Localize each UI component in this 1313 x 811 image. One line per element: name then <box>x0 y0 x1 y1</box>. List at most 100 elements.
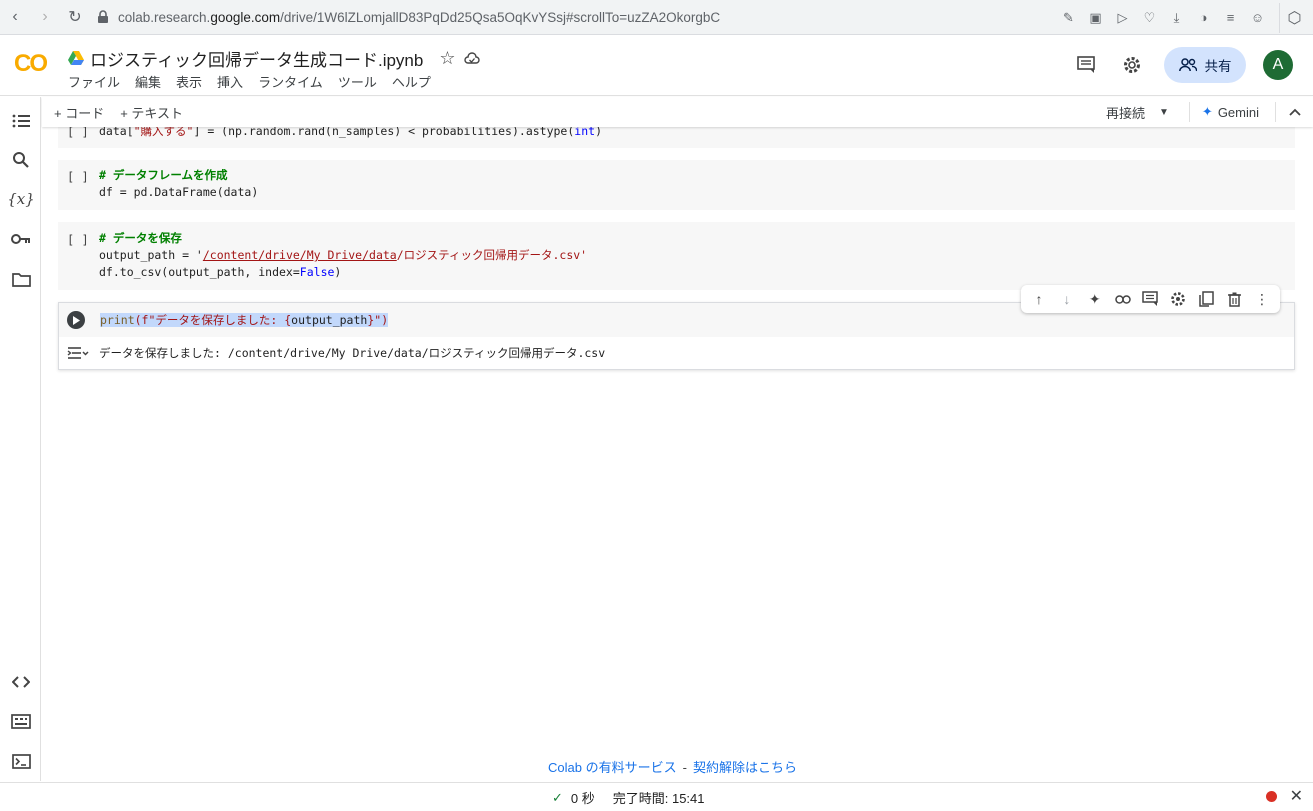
colab-logo[interactable]: CO <box>14 50 48 78</box>
toggle-icon[interactable]: ◑ <box>1190 4 1217 31</box>
code-snippets-icon[interactable] <box>8 669 34 695</box>
avatar[interactable]: A <box>1263 50 1293 80</box>
gemini-button[interactable]: ✦ Gemini <box>1188 102 1259 122</box>
promo-links: Colab の有料サービス - 契約解除はこちら <box>548 757 797 776</box>
mirror-cell-icon[interactable] <box>1195 288 1217 310</box>
star-icon[interactable]: ☆ <box>439 48 455 69</box>
comment-icon[interactable] <box>1070 49 1102 81</box>
key-icon[interactable] <box>8 226 34 252</box>
add-code-button[interactable]: + コード <box>54 103 104 122</box>
cell-code[interactable]: # データを保存 output_path = '/content/drive/M… <box>99 230 587 281</box>
edit-icon[interactable]: ✎ <box>1055 4 1082 31</box>
menu-view[interactable]: 表示 <box>176 72 202 91</box>
play-icon <box>73 315 80 325</box>
code-cell[interactable]: [ ] # データフレームを作成 df = pd.DataFrame(data) <box>58 160 1295 210</box>
address-bar[interactable]: colab.research. google.com/drive/1W6lZLom… <box>96 10 720 25</box>
command-palette-icon[interactable] <box>8 708 34 734</box>
cell-bracket[interactable]: [ ] <box>67 170 89 184</box>
cell-bracket[interactable]: [ ] <box>67 125 89 139</box>
code-comment: # データを保存 <box>99 231 182 245</box>
comment-icon[interactable] <box>1139 288 1161 310</box>
cell-bracket[interactable]: [ ] <box>67 233 89 247</box>
menu-bar: ファイル 編集 表示 挿入 ランタイム ツール ヘルプ <box>68 72 446 91</box>
completed-time: 完了時間: 15:41 <box>612 791 705 806</box>
settings-icon[interactable] <box>1116 49 1148 81</box>
url-path: /drive/1W6lZLomjallD83PqDd25Qsa5OqKvYSsj… <box>280 9 721 25</box>
close-icon[interactable]: ✕ <box>1290 786 1303 806</box>
share-button[interactable]: 共有 <box>1164 47 1246 83</box>
people-icon <box>1178 58 1197 72</box>
link-icon[interactable] <box>1112 288 1134 310</box>
gear-icon[interactable] <box>1167 288 1189 310</box>
code-token: ) <box>334 265 342 279</box>
gemini-label: Gemini <box>1217 104 1259 120</box>
run-cell-button[interactable] <box>67 311 85 329</box>
lock-icon <box>98 10 108 23</box>
drive-icon <box>68 51 84 65</box>
cell-code[interactable]: # データフレームを作成 df = pd.DataFrame(data) <box>99 167 258 201</box>
reload-icon[interactable]: ↻ <box>60 2 90 32</box>
menu-tools[interactable]: ツール <box>338 72 377 91</box>
cell-output: データを保存しました: /content/drive/My Drive/data… <box>99 346 606 360</box>
extension-icon[interactable]: ⬡ <box>1279 2 1309 33</box>
folder-icon[interactable] <box>8 266 34 292</box>
heart-icon[interactable]: ♡ <box>1136 4 1163 31</box>
delete-icon[interactable] <box>1223 288 1245 310</box>
reconnect-button[interactable]: 再接続 ▼ <box>1106 103 1169 122</box>
forward-icon[interactable]: › <box>30 2 60 32</box>
back-icon[interactable]: ‹ <box>0 2 30 32</box>
chevron-down-icon[interactable]: ▼ <box>1159 107 1169 118</box>
colab-header: CO ロジスティック回帰データ生成コード.ipynb ☆ ファイル 編集 表示 … <box>0 36 1313 96</box>
code-comment: # データフレームを作成 <box>99 168 228 182</box>
code-token: (f"データを保存しました: { <box>134 313 292 327</box>
check-icon: ✓ <box>552 789 563 805</box>
share-label: 共有 <box>1204 59 1232 74</box>
code-cell[interactable]: [ ] # データを保存 output_path = '/content/dri… <box>58 222 1295 290</box>
terminal-icon[interactable] <box>8 748 34 774</box>
code-line: df = pd.DataFrame(data) <box>99 185 259 199</box>
menu-insert[interactable]: 挿入 <box>217 72 243 91</box>
browser-toolbar: ‹ › ↻ colab.research. google.com/drive/1W… <box>0 0 1313 35</box>
notebook-toolbar: + コード + テキスト 再接続 ▼ ✦ Gemini <box>42 97 1313 127</box>
code-token: output_path <box>291 313 368 327</box>
status-bar: ✓ 0 秒 完了時間: 15:41 ✕ <box>0 782 1313 811</box>
cell-code[interactable]: print(f"データを保存しました: {output_path}") <box>100 312 389 329</box>
code-token: print <box>100 313 135 327</box>
code-token: False <box>299 265 335 279</box>
code-path-link[interactable]: /content/drive/My Drive/data <box>203 248 397 262</box>
cloud-icon[interactable] <box>463 50 481 68</box>
profile-icon[interactable]: ☺ <box>1244 4 1271 31</box>
url-prefix: colab.research. <box>118 9 211 25</box>
left-sidebar: {x} <box>0 97 41 781</box>
menu-help[interactable]: ヘルプ <box>392 72 431 91</box>
cell-toolbar: ↑ ↓ ✦ ⋮ <box>1021 285 1280 313</box>
list-icon[interactable]: ≡ <box>1217 4 1244 31</box>
promo-separator: - <box>682 760 687 775</box>
exec-time: 0 秒 <box>570 791 595 806</box>
variables-icon[interactable]: {x} <box>7 186 35 212</box>
menu-file[interactable]: ファイル <box>68 72 120 91</box>
notebook-title[interactable]: ロジスティック回帰データ生成コード.ipynb <box>90 46 423 71</box>
search-icon[interactable] <box>8 147 34 173</box>
menu-edit[interactable]: 編集 <box>135 72 161 91</box>
reconnect-label: 再接続 <box>1105 105 1145 121</box>
more-vert-icon[interactable]: ⋮ <box>1251 288 1273 310</box>
paid-services-link[interactable]: Colab の有料サービス <box>548 760 677 775</box>
add-text-button[interactable]: + テキスト <box>120 103 183 122</box>
chevron-up-icon[interactable] <box>1275 102 1313 122</box>
menu-runtime[interactable]: ランタイム <box>258 72 323 91</box>
gemini-spark-icon: ✦ <box>1201 104 1213 119</box>
execution-status[interactable]: ✓ 0 秒 完了時間: 15:41 <box>552 788 705 807</box>
code-token: output_path = ' <box>99 248 203 262</box>
gemini-sparkle-icon[interactable]: ✦ <box>1084 288 1106 310</box>
camera-icon[interactable]: ▣ <box>1082 4 1109 31</box>
code-token: }") <box>367 313 389 327</box>
output-toggle-icon[interactable] <box>67 345 89 361</box>
download-icon[interactable]: ⤓ <box>1163 4 1190 31</box>
recording-dot-icon <box>1266 791 1277 802</box>
move-down-icon[interactable]: ↓ <box>1056 288 1078 310</box>
move-up-icon[interactable]: ↑ <box>1028 288 1050 310</box>
cancel-contract-link[interactable]: 契約解除はこちら <box>693 760 797 775</box>
send-icon[interactable]: ▷ <box>1109 4 1136 31</box>
toc-icon[interactable] <box>8 108 34 134</box>
